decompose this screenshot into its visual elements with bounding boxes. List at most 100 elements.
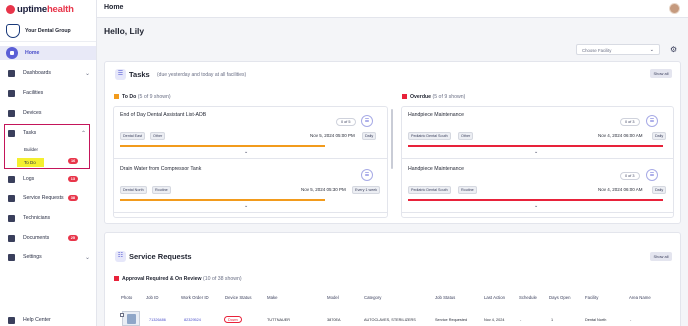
task-card[interactable]: Handpiece Maintenance 0 of 3 ☰ Pediatric…: [402, 107, 673, 159]
tasks-title: Tasks: [129, 70, 150, 79]
sidebar: uptimehealth Your Dental Group Home Dash…: [0, 0, 97, 326]
greeting: Hello, Lily: [104, 26, 145, 36]
tasks-icon: ☰: [115, 69, 126, 80]
task-progress: 0 of 3: [620, 118, 640, 126]
model-cell: 3870EA: [327, 318, 341, 322]
sidebar-item-dashboards[interactable]: Dashboards ⌄: [0, 66, 96, 80]
settings-gear-icon[interactable]: ⚙: [670, 45, 677, 54]
top-header: Home: [97, 0, 688, 18]
sidebar-item-service-requests[interactable]: Service Requests 38: [0, 191, 96, 205]
flag-icon: [114, 276, 119, 282]
help-icon: [8, 316, 15, 324]
sidebar-item-logs[interactable]: Logs 13: [0, 172, 96, 186]
service-requests-icon: ☷: [115, 251, 126, 262]
sidebar-subitem-builder[interactable]: Builder: [24, 147, 38, 152]
org-name: Your Dental Group: [25, 27, 71, 34]
due-date: Nov 4, 2024 06:00 AM: [598, 187, 643, 192]
job-id-link[interactable]: 71326486: [149, 318, 166, 322]
page-title: Home: [104, 4, 124, 11]
todo-scrollbar[interactable]: [391, 109, 393, 169]
approval-heading: Approval Required & On Review (10 of 38 …: [114, 276, 242, 282]
column-header-last-action: Last Action: [484, 295, 506, 300]
task-form-icon[interactable]: ☰: [361, 169, 373, 181]
task-card[interactable]: End of Day Dental Assistant List-ADB 0 o…: [114, 107, 387, 159]
sidebar-item-settings[interactable]: Settings ⌄: [0, 250, 96, 264]
category-cell: AUTOCLAVES, STERILIZERS: [364, 318, 416, 322]
service-requests-title: Service Requests: [129, 252, 192, 261]
facility-tag: Pediatric Dental South: [408, 186, 451, 194]
todo-list: End of Day Dental Assistant List-ADB 0 o…: [113, 106, 393, 218]
task-card[interactable]: Handpiece Maintenance 0 of 3 ☰ Pediatric…: [402, 161, 673, 213]
frequency-tag: Every 1 week: [352, 186, 381, 194]
task-progress-bar: [408, 199, 663, 201]
task-card[interactable]: Drain Water from Compressor Tank ☰ Denta…: [114, 161, 387, 213]
task-progress-bar: [120, 199, 325, 201]
overdue-list: Handpiece Maintenance 0 of 3 ☰ Pediatric…: [401, 106, 674, 218]
due-date: Nov 4, 2024 06:00 AM: [598, 133, 643, 138]
sidebar-item-devices[interactable]: Devices: [0, 106, 96, 120]
row-checkbox[interactable]: [120, 313, 124, 317]
uptimehealth-logo[interactable]: uptimehealth: [6, 4, 74, 15]
facility-cell: Dental North: [585, 318, 607, 322]
facility-select[interactable]: Choose Facility ⌄: [576, 44, 660, 55]
chevron-down-icon[interactable]: ⌄: [534, 149, 538, 155]
user-avatar[interactable]: [669, 3, 680, 14]
sidebar-item-documents[interactable]: Documents 25: [0, 231, 96, 245]
todo-heading: To Do (5 of 9 shown): [114, 94, 171, 100]
sidebar-item-tasks[interactable]: Tasks ⌃: [0, 126, 92, 140]
sidebar-item-facilities[interactable]: Facilities: [0, 86, 96, 100]
tooth-icon: [6, 23, 20, 38]
area-name-cell: -: [630, 318, 632, 322]
home-icon: [6, 47, 18, 59]
tasks-show-all-button[interactable]: Show all: [650, 69, 672, 78]
category-tag: Routine: [152, 186, 171, 194]
wrench-icon: [8, 194, 15, 202]
column-header-job-id: Job ID: [146, 295, 159, 300]
dashboard-icon: [8, 69, 15, 77]
due-date: Nov 5, 2024 05:00 PM: [310, 133, 355, 138]
column-header-photo: Photo: [121, 295, 133, 300]
sidebar-item-home[interactable]: Home: [0, 46, 96, 60]
facility-tag: Pediatric Dental South: [408, 132, 451, 140]
column-header-area-name: Area Name: [629, 295, 651, 300]
chevron-down-icon: ⌄: [649, 47, 654, 53]
task-form-icon[interactable]: ☰: [361, 115, 373, 127]
device-status-badge: Down: [224, 316, 242, 323]
device-photo[interactable]: [122, 311, 140, 326]
service-requests-count-badge: 38: [67, 195, 78, 201]
flag-icon: [114, 94, 119, 100]
checklist-icon: [8, 129, 15, 137]
logo-mark-icon: [6, 5, 15, 14]
column-header-schedule: Schedule: [519, 295, 537, 300]
chevron-up-icon: ⌃: [80, 130, 86, 137]
frequency-tag: Daily: [652, 186, 667, 194]
chevron-down-icon[interactable]: ⌄: [244, 203, 248, 209]
frequency-tag: Daily: [362, 132, 377, 140]
gear-icon: [8, 253, 15, 261]
sidebar-item-technicians[interactable]: Technicians: [0, 211, 96, 225]
service-requests-show-all-button[interactable]: Show all: [650, 252, 672, 261]
due-date: Nov 5, 2024 05:30 PM: [301, 187, 346, 192]
chevron-down-icon[interactable]: ⌄: [244, 149, 248, 155]
column-header-work-order-id: Work Order ID: [181, 295, 209, 300]
facility-tag: Dental East: [120, 132, 146, 140]
chevron-down-icon[interactable]: ⌄: [534, 203, 538, 209]
task-form-icon[interactable]: ☰: [646, 169, 658, 181]
laptop-icon: [8, 109, 15, 117]
flag-icon: [402, 94, 407, 100]
sidebar-item-help[interactable]: Help Center: [0, 313, 96, 326]
column-header-category: Category: [364, 295, 382, 300]
last-action-cell: Nov 4, 2024: [484, 318, 505, 322]
work-order-id-link[interactable]: 82329524: [184, 318, 201, 322]
task-form-icon[interactable]: ☰: [646, 115, 658, 127]
tasks-panel: ☰ Tasks (due yesterday and today at all …: [104, 61, 681, 224]
facility-tag: Dental North: [120, 186, 147, 194]
org-switcher[interactable]: Your Dental Group: [0, 20, 96, 42]
task-progress: 0 of 5: [336, 118, 356, 126]
people-icon: [8, 214, 15, 222]
chevron-down-icon: ⌄: [84, 254, 90, 261]
logs-count-badge: 13: [67, 176, 78, 182]
sidebar-subitem-todo[interactable]: To Do: [24, 160, 36, 165]
column-header-make: Make: [267, 295, 278, 300]
column-header-job-status: Job Status: [435, 295, 456, 300]
